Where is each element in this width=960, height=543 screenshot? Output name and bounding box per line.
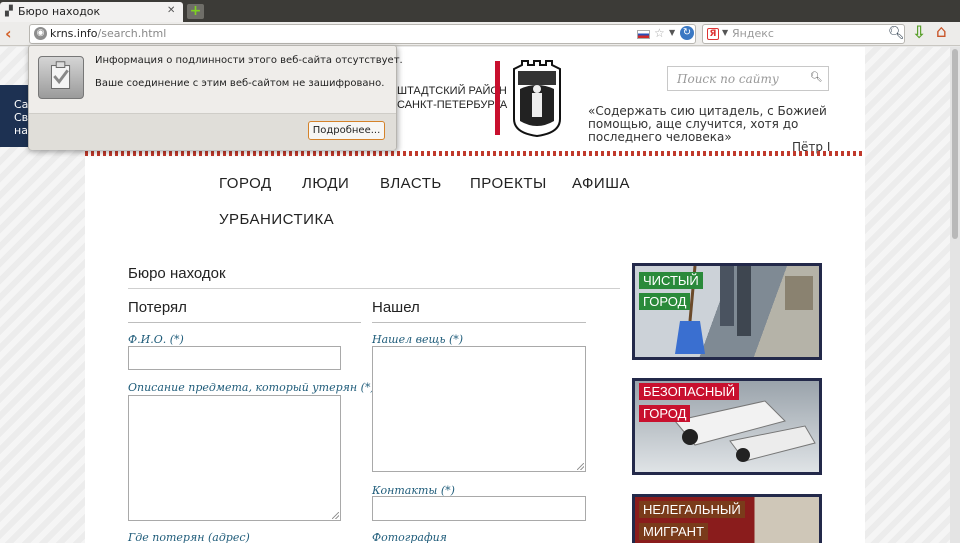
coat-of-arms-icon[interactable]	[510, 59, 564, 137]
title-divider	[128, 288, 620, 289]
close-tab-icon[interactable]: ✕	[167, 5, 175, 16]
reload-icon[interactable]: ↻	[680, 26, 694, 40]
peter-quote: «Содержать сию цитадель, с Божией помощь…	[588, 104, 827, 144]
nav-item-gorod[interactable]: ГОРОД	[219, 175, 272, 192]
nav-item-urbanistika[interactable]: УРБАНИСТИКА	[219, 211, 334, 228]
tab-bar: ▞ Бюро находок ✕ +	[0, 0, 960, 22]
lost-description-label: Описание предмета, который утерян (*)	[128, 381, 375, 394]
found-item-label: Нашел вещь (*)	[372, 333, 464, 346]
where-lost-label: Где потерян (адрес)	[128, 531, 250, 543]
chevron-down-icon[interactable]: ▼	[722, 28, 728, 37]
navigation-toolbar: ‹ ◉ krns.info/search.html ☆ ▼ ↻ Я ▼ Янде…	[0, 22, 960, 46]
banner-clean-line1: Чистый	[639, 272, 703, 289]
connection-info-text: Ваше соединение с этим веб-сайтом не заш…	[95, 78, 385, 89]
identity-info-text: Информация о подлинности этого веб-сайта…	[95, 55, 403, 66]
district-title: штадтский район санкт-петербурга	[397, 85, 508, 111]
site-search-input[interactable]: Поиск по сайту 🔍︎	[667, 66, 829, 91]
globe-icon[interactable]: ◉	[34, 27, 47, 40]
banner-migrant-line2: мигрант	[639, 523, 709, 540]
name-field[interactable]	[128, 346, 341, 370]
page-scrollbar[interactable]	[950, 47, 960, 543]
nav-item-vlast[interactable]: ВЛАСТЬ	[380, 175, 442, 192]
nav-item-afisha[interactable]: АФИША	[572, 175, 630, 192]
banner-illegal-migrant[interactable]: Нелегальный мигрант	[632, 494, 822, 543]
search-icon[interactable]: 🔍︎	[810, 72, 823, 83]
found-divider	[372, 322, 586, 323]
banner-safe-city[interactable]: Безопасный город	[632, 378, 822, 475]
nav-item-proekty[interactable]: ПРОЕКТЫ	[470, 175, 547, 192]
back-arrow-icon[interactable]: ‹	[5, 25, 21, 43]
lost-heading: Потерял	[128, 299, 187, 316]
header-wavy-border	[85, 151, 865, 156]
popup-footer: Подробнее...	[29, 113, 396, 150]
site-favicon-icon: ▞	[5, 6, 13, 17]
scrollbar-thumb[interactable]	[952, 49, 958, 239]
banner-clean-city[interactable]: Чистый город	[632, 263, 822, 360]
resize-grip-icon[interactable]	[577, 463, 584, 470]
url-bar[interactable]: ◉ krns.info/search.html ☆ ▼ ↻	[29, 24, 696, 44]
site-search-placeholder: Поиск по сайту	[677, 72, 779, 86]
lost-description-textarea[interactable]	[128, 395, 341, 521]
resize-grip-icon[interactable]	[332, 512, 339, 519]
bookmark-star-icon[interactable]: ☆	[654, 26, 665, 40]
banner-clean-line2: город	[639, 293, 691, 310]
header-divider	[495, 61, 500, 135]
site-identity-popup: Информация о подлинности этого веб-сайта…	[28, 45, 403, 150]
download-arrow-icon[interactable]: ⇩	[912, 24, 926, 42]
home-icon[interactable]: ⌂	[936, 23, 947, 41]
chevron-down-icon[interactable]: ▼	[669, 28, 675, 37]
lost-divider	[128, 322, 361, 323]
magnifier-icon[interactable]: 🔍︎	[888, 26, 905, 41]
search-bar[interactable]: Я ▼ Яндекс 🔍︎	[702, 24, 905, 44]
tab-title: Бюро находок	[18, 5, 101, 18]
found-heading: Нашел	[372, 299, 420, 316]
identity-unknown-icon	[38, 56, 84, 99]
name-label: Ф.И.О. (*)	[128, 333, 184, 346]
tab-active[interactable]: ▞ Бюро находок ✕	[0, 2, 183, 22]
page-title: Бюро находок	[128, 265, 226, 282]
url-text: krns.info/search.html	[50, 27, 167, 40]
new-tab-button[interactable]: +	[187, 4, 204, 19]
russian-flag-icon	[637, 30, 650, 39]
search-placeholder: Яндекс	[732, 27, 774, 40]
banner-migrant-line1: Нелегальный	[639, 501, 745, 518]
banner-safe-line1: Безопасный	[639, 383, 740, 400]
nav-item-lyudi[interactable]: ЛЮДИ	[302, 175, 349, 192]
photo-label: Фотография	[372, 531, 447, 543]
contacts-field[interactable]	[372, 496, 586, 521]
more-info-button[interactable]: Подробнее...	[308, 121, 385, 140]
side-banner-strip[interactable]: Са Св на	[0, 85, 30, 147]
found-item-textarea[interactable]	[372, 346, 586, 472]
yandex-icon[interactable]: Я	[707, 28, 719, 40]
banner-safe-line2: город	[639, 405, 691, 422]
